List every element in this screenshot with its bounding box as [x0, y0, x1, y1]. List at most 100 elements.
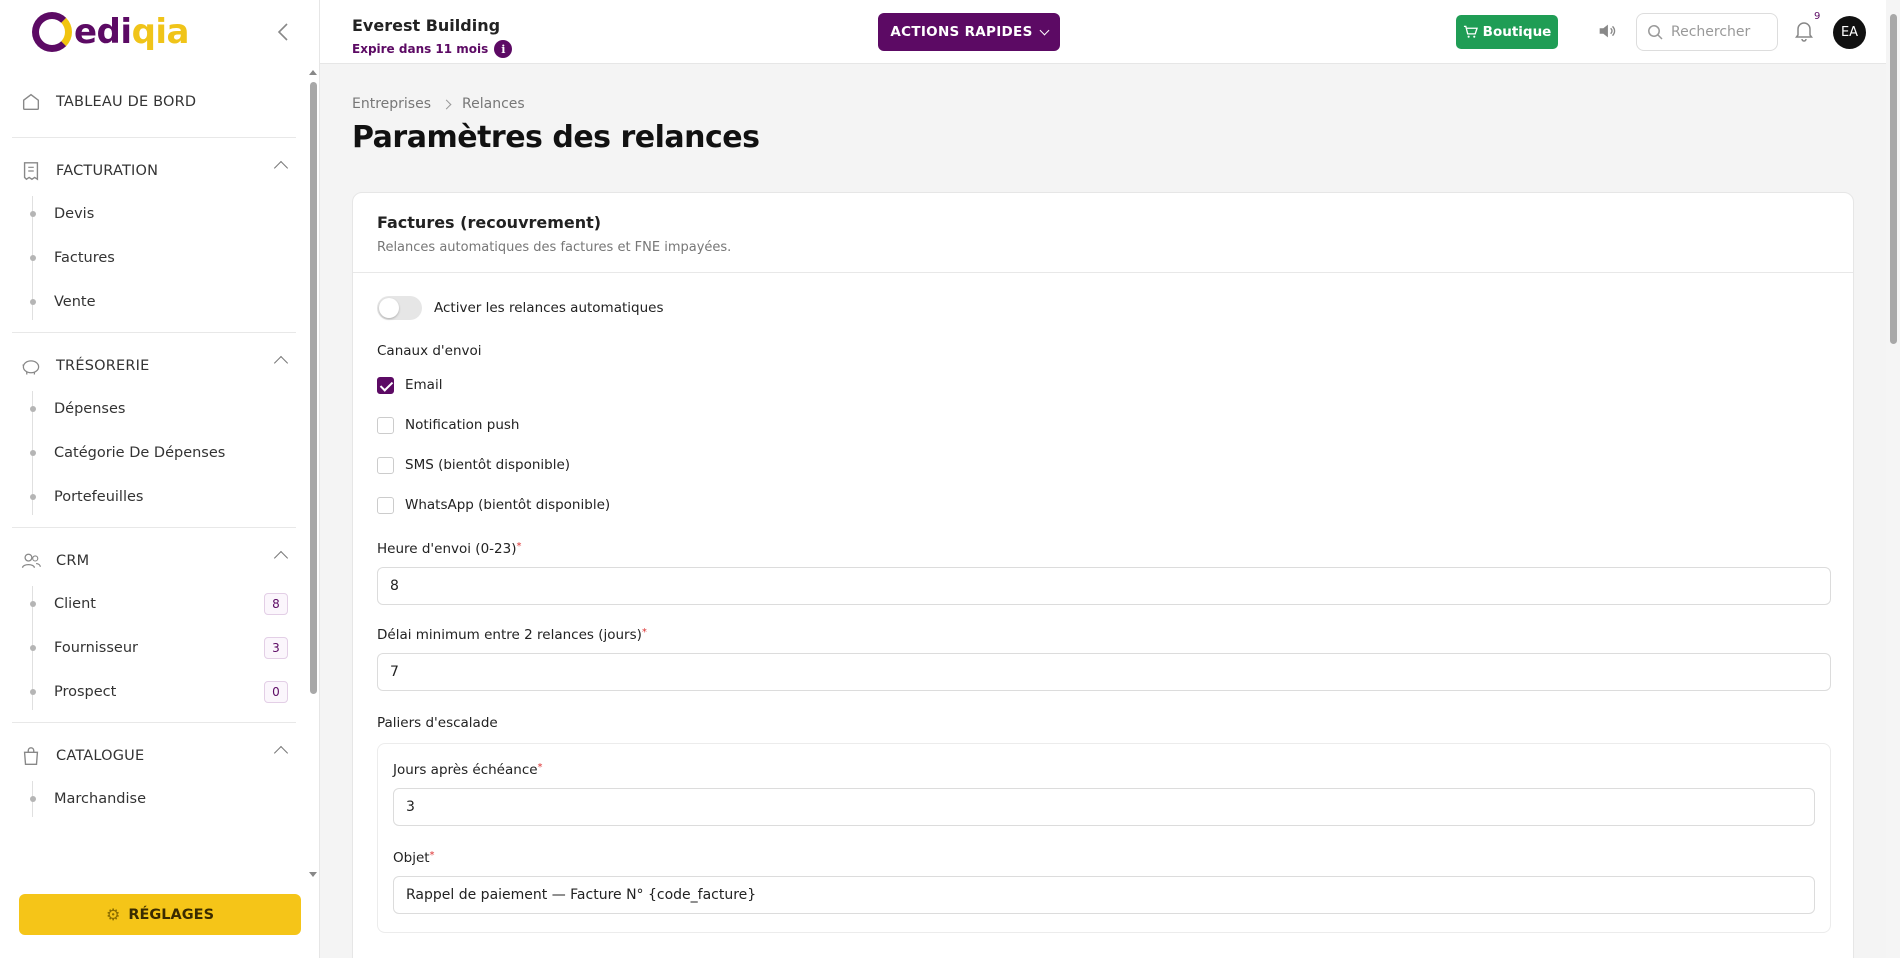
sidebar-item-portefeuilles[interactable]: Portefeuilles	[30, 475, 296, 519]
card-body: Activer les relances automatiques Canaux…	[353, 273, 1853, 955]
required-marker: *	[641, 627, 647, 638]
piggy-bank-icon	[20, 355, 42, 377]
section-toggle-crm[interactable]: CRM	[12, 546, 296, 576]
search-input[interactable]	[1671, 24, 1771, 40]
section-toggle-tresorerie[interactable]: TRÉSORERIE	[12, 351, 296, 381]
scroll-up-icon[interactable]	[309, 70, 317, 75]
email-checkbox[interactable]	[377, 376, 394, 394]
sidebar-item-vente[interactable]: Vente	[30, 280, 296, 324]
section-toggle-facturation[interactable]: FACTURATION	[12, 156, 296, 186]
sidebar-item-categorie-depenses[interactable]: Catégorie De Dépenses	[30, 431, 296, 475]
sidebar-item-marchandise[interactable]: Marchandise	[30, 777, 296, 821]
min-delay-field: Délai minimum entre 2 relances (jours)*	[377, 627, 1831, 691]
channel-sms[interactable]: SMS (bientôt disponible)	[377, 445, 1829, 485]
home-icon	[20, 91, 42, 113]
sidebar-item-label: Catégorie De Dépenses	[54, 445, 226, 461]
main-content: Entreprises Relances Paramètres des rela…	[320, 64, 1886, 958]
scroll-down-icon[interactable]	[309, 872, 317, 877]
search-box[interactable]	[1636, 13, 1778, 51]
channel-whatsapp[interactable]: WhatsApp (bientôt disponible)	[377, 485, 1829, 525]
label-text: Heure d'envoi (0-23)	[377, 541, 517, 557]
channel-push[interactable]: Notification push	[377, 405, 1829, 445]
section-label: FACTURATION	[56, 163, 159, 179]
send-hour-input[interactable]	[377, 567, 1831, 605]
sidebar-item-label: Fournisseur	[54, 640, 138, 656]
info-icon[interactable]: i	[494, 40, 513, 58]
sidebar-item-label: TABLEAU DE BORD	[56, 93, 197, 110]
channel-email[interactable]: Email	[377, 365, 1829, 405]
breadcrumb-link-entreprises[interactable]: Entreprises	[352, 96, 431, 112]
chevron-up-icon	[273, 355, 289, 371]
channels-title: Canaux d'envoi	[377, 343, 482, 359]
speaker-icon[interactable]	[1596, 20, 1620, 44]
notifications-bell-icon[interactable]	[1794, 20, 1816, 44]
sidebar-item-label: Devis	[54, 206, 95, 222]
expiry-info: Expire dans 11 mois i	[352, 40, 513, 58]
count-badge: 0	[264, 681, 288, 703]
checkbox-label: Email	[405, 377, 443, 393]
breadcrumb: Entreprises Relances	[352, 96, 525, 112]
whatsapp-checkbox[interactable]	[377, 496, 394, 514]
sidebar-item-devis[interactable]: Devis	[30, 192, 296, 236]
sidebar-nav: TABLEAU DE BORD FACTURATION Devis Factur…	[0, 66, 308, 881]
chevron-up-icon	[273, 550, 289, 566]
sidebar-item-label: Factures	[54, 250, 115, 266]
label-text: Délai minimum entre 2 relances (jours)	[377, 627, 642, 643]
channels-list: Email Notification push SMS (bientôt dis…	[377, 365, 1829, 525]
quick-actions-button[interactable]: ACTIONS RAPIDES	[878, 13, 1060, 51]
subject-input[interactable]	[393, 876, 1815, 914]
push-checkbox[interactable]	[377, 416, 394, 434]
notification-count-badge: 9	[1814, 11, 1821, 22]
gear-icon: ⚙	[105, 905, 121, 924]
sidebar-item-prospect[interactable]: Prospect 0	[30, 670, 296, 714]
section-label: TRÉSORERIE	[56, 358, 150, 374]
sidebar-item-client[interactable]: Client 8	[30, 582, 296, 626]
checkbox-label: SMS (bientôt disponible)	[405, 457, 571, 473]
field-label: Heure d'envoi (0-23)*	[377, 541, 1829, 557]
sub-list: Devis Factures Vente	[12, 192, 296, 324]
sidebar-item-label: Client	[54, 596, 96, 612]
shop-button[interactable]: Boutique	[1456, 15, 1558, 49]
sidebar-item-factures[interactable]: Factures	[30, 236, 296, 280]
collapse-sidebar-button[interactable]	[273, 20, 293, 44]
sidebar-scrollbar[interactable]	[307, 66, 319, 881]
settings-button[interactable]: ⚙ RÉGLAGES	[19, 894, 301, 935]
field-label: Objet*	[393, 850, 1815, 866]
chevron-up-icon	[273, 745, 289, 761]
scrollbar-thumb[interactable]	[1890, 14, 1897, 344]
label-text: Objet	[393, 850, 430, 866]
checkbox-label: Notification push	[405, 417, 520, 433]
sidebar-item-depenses[interactable]: Dépenses	[30, 387, 296, 431]
required-marker: *	[429, 850, 435, 861]
auto-reminders-toggle[interactable]	[377, 296, 422, 320]
page-title: Paramètres des relances	[352, 120, 760, 155]
count-badge: 3	[264, 637, 288, 659]
min-delay-input[interactable]	[377, 653, 1831, 691]
days-after-due-input[interactable]	[393, 788, 1815, 826]
send-hour-field: Heure d'envoi (0-23)*	[377, 541, 1831, 605]
section-toggle-catalogue[interactable]: CATALOGUE	[12, 741, 296, 771]
page-scrollbar[interactable]	[1886, 0, 1900, 958]
scrollbar-thumb[interactable]	[310, 82, 317, 694]
chevron-left-icon	[277, 23, 288, 41]
field-label: Délai minimum entre 2 relances (jours)*	[377, 627, 1829, 643]
sms-checkbox[interactable]	[377, 456, 394, 474]
avatar[interactable]: EA	[1833, 16, 1866, 49]
invoice-icon	[20, 160, 42, 182]
brand-logo[interactable]: edi qia	[32, 12, 190, 52]
logo-row: edi qia	[0, 0, 319, 64]
company-info: Everest Building Expire dans 11 mois i	[352, 16, 513, 58]
sidebar-section-facturation: FACTURATION Devis Factures Vente	[12, 138, 296, 333]
sub-list: Dépenses Catégorie De Dépenses Portefeui…	[12, 387, 296, 519]
checkbox-label: WhatsApp (bientôt disponible)	[405, 497, 611, 513]
tiers-title: Paliers d'escalade	[377, 715, 498, 731]
sidebar-section-catalogue: CATALOGUE Marchandise	[12, 723, 296, 829]
chevron-right-icon	[441, 99, 452, 109]
logo-text-1: edi	[74, 12, 132, 52]
sidebar-item-fournisseur[interactable]: Fournisseur 3	[30, 626, 296, 670]
days-after-due-field: Jours après échéance*	[393, 762, 1815, 826]
sidebar-item-dashboard[interactable]: TABLEAU DE BORD	[12, 66, 296, 138]
breadcrumb-current: Relances	[462, 96, 525, 112]
required-marker: *	[516, 541, 522, 552]
logo-mark-icon	[32, 12, 72, 52]
